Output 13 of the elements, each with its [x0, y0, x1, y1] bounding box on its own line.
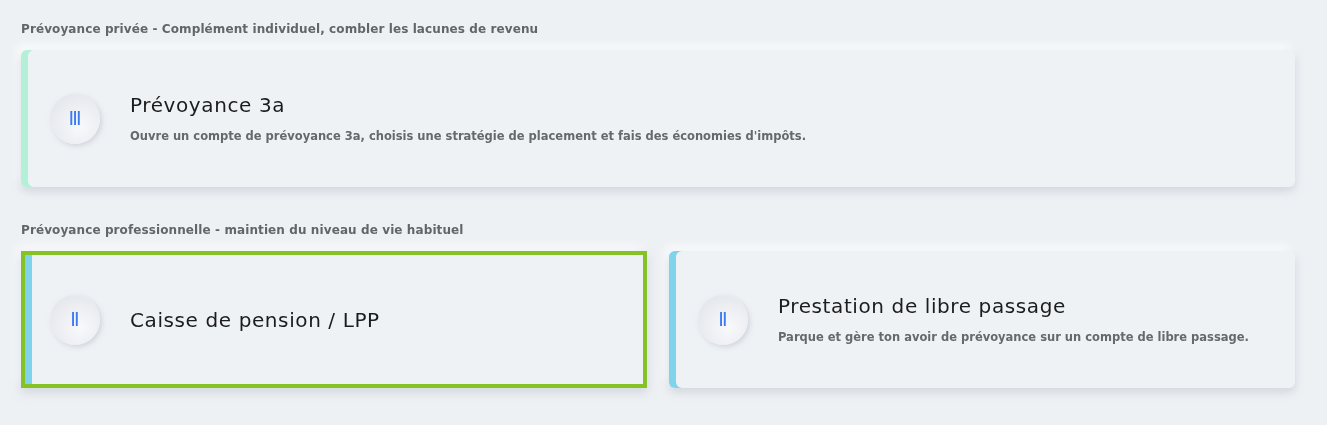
card-title: Prévoyance 3a	[130, 92, 287, 120]
section-heading: Prévoyance privée - Complément individuel, combler les lacunes de revenu	[21, 21, 540, 38]
card-description: Ouvre un compte de prévoyance 3a, choisis une stratégie de placement et fais des économies d'impôts.	[130, 128, 807, 146]
card-title: Prestation de libre passage	[778, 293, 1067, 321]
card-title: Caisse de pension / LPP	[130, 306, 380, 334]
numeral-icon: Ⅱ	[50, 294, 100, 345]
card-description: Parque et gère ton avoir de prévoyance sur un compte de libre passage.	[778, 329, 1249, 347]
numeral-icon: Ⅲ	[50, 93, 100, 144]
product-card[interactable]: Ⅱ Caisse de pension / LPP	[21, 251, 647, 388]
product-card[interactable]: Ⅱ Prestation de libre passage Parque et gère ton avoir de prévoyance sur un compte de libre passage.	[669, 251, 1295, 388]
product-card[interactable]: Ⅲ Prévoyance 3a Ouvre un compte de prévoyance 3a, choisis une stratégie de placement et fais des économies d'impôts.	[21, 50, 1295, 187]
section-heading: Prévoyance professionnelle - maintien du niveau de vie habituel	[21, 222, 465, 239]
numeral-icon: Ⅱ	[698, 294, 748, 345]
